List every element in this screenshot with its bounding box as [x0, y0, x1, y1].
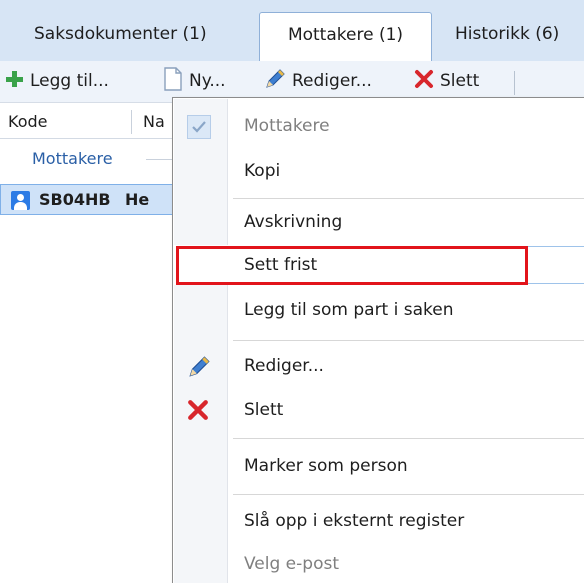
column-header-navn[interactable]: Na: [143, 112, 165, 131]
menu-separator: [233, 340, 584, 341]
menu-item-label: Legg til som part i saken: [244, 300, 454, 320]
pencil-icon: [187, 355, 211, 379]
red-x-icon: [187, 399, 211, 423]
tab-bar: Saksdokumenter (1) Mottakere (1) Histori…: [0, 0, 584, 61]
menu-item-label: Rediger...: [244, 356, 324, 376]
tab-mottakere[interactable]: Mottakere (1): [259, 12, 432, 61]
person-icon: [11, 191, 30, 210]
row-code: SB04HB: [39, 190, 111, 209]
new-button[interactable]: Ny...: [163, 65, 226, 97]
annotation-highlight-box: [176, 246, 528, 285]
menu-item-sla-opp-eksternt-register[interactable]: Slå opp i eksternt register: [173, 503, 584, 541]
menu-separator: [233, 198, 584, 199]
add-button-label: Legg til...: [30, 71, 109, 91]
group-label: Mottakere: [32, 149, 113, 168]
column-divider[interactable]: [131, 110, 132, 134]
menu-item-legg-til-som-part[interactable]: Legg til som part i saken: [173, 292, 584, 330]
menu-separator: [233, 438, 584, 439]
menu-item-label: Velg e-post: [244, 554, 339, 574]
plus-icon: [4, 69, 24, 94]
menu-item-mottakere[interactable]: Mottakere: [173, 108, 584, 146]
menu-item-label: Mottakere: [244, 116, 330, 136]
edit-button[interactable]: Rediger...: [264, 65, 372, 97]
delete-button-label: Slett: [440, 71, 480, 91]
menu-item-marker-som-person[interactable]: Marker som person: [173, 448, 584, 486]
red-x-icon: [414, 69, 434, 94]
edit-button-label: Rediger...: [292, 71, 372, 91]
toolbar-separator: [514, 71, 515, 95]
menu-item-label: Slett: [244, 400, 284, 420]
menu-item-label: Marker som person: [244, 456, 408, 476]
menu-item-velg-e-post[interactable]: Velg e-post: [173, 546, 584, 583]
menu-item-label: Slå opp i eksternt register: [244, 511, 465, 531]
row-name: He: [125, 190, 150, 209]
menu-item-rediger[interactable]: Rediger...: [173, 348, 584, 386]
menu-item-label: Avskrivning: [244, 212, 343, 232]
menu-separator: [233, 494, 584, 495]
add-button[interactable]: Legg til...: [4, 65, 109, 97]
menu-item-slett[interactable]: Slett: [173, 392, 584, 430]
menu-item-label: Kopi: [244, 161, 281, 181]
menu-item-avskrivning[interactable]: Avskrivning: [173, 204, 584, 242]
delete-button[interactable]: Slett: [414, 65, 479, 97]
checkmark-icon: [187, 115, 211, 139]
tab-historikk[interactable]: Historikk (6): [447, 12, 567, 62]
menu-focus-outline: [528, 246, 584, 284]
tab-saksdokumenter[interactable]: Saksdokumenter (1): [26, 12, 215, 62]
new-button-label: Ny...: [189, 71, 226, 91]
menu-item-kopi[interactable]: Kopi: [173, 153, 584, 191]
column-header-kode[interactable]: Kode: [8, 112, 47, 131]
table-row[interactable]: SB04HB He: [0, 184, 180, 215]
document-icon: [163, 66, 183, 96]
context-menu: Mottakere Kopi Avskrivning Sett frist Le…: [172, 97, 584, 583]
pencil-icon: [264, 68, 286, 95]
